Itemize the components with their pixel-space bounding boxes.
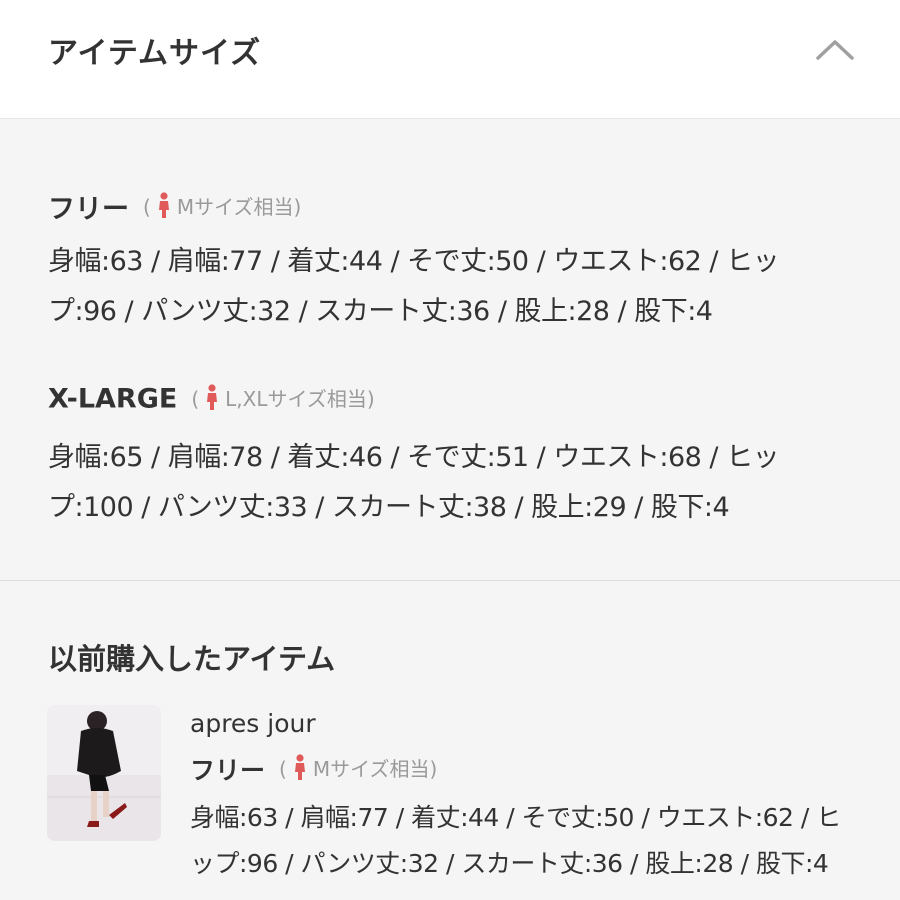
size-name: X-LARGE bbox=[48, 383, 178, 415]
person-icon bbox=[205, 384, 219, 415]
size-equivalent: (L,XLサイズ相当) bbox=[191, 384, 375, 411]
size-measurements: 身幅:63 / 肩幅:77 / 着丈:44 / そで丈:50 / ウエスト:62… bbox=[48, 246, 780, 327]
product-brand[interactable]: apres jour bbox=[190, 709, 316, 738]
product-thumbnail[interactable] bbox=[47, 705, 161, 841]
chevron-up-icon[interactable] bbox=[812, 34, 858, 66]
section-divider bbox=[0, 580, 900, 581]
previous-items-title: 以前購入したアイテム bbox=[48, 642, 336, 676]
size-header: X-LARGE (L,XLサイズ相当) bbox=[48, 383, 375, 423]
size-equivalent: (Mサイズ相当) bbox=[143, 191, 301, 219]
previous-size-measurements: 身幅:63 / 肩幅:77 / 着丈:44 / そで丈:50 / ウエスト:62… bbox=[190, 803, 841, 878]
size-name: フリー bbox=[190, 756, 266, 785]
size-equivalent: (Mサイズ相当) bbox=[279, 754, 437, 781]
item-size-header: アイテムサイズ bbox=[0, 0, 900, 119]
person-icon bbox=[293, 754, 307, 785]
person-icon bbox=[157, 191, 171, 223]
size-header: フリー (Mサイズ相当) bbox=[48, 187, 301, 227]
size-measurements: 身幅:65 / 肩幅:78 / 着丈:46 / そで丈:51 / ウエスト:68… bbox=[48, 442, 780, 523]
size-name: フリー bbox=[48, 194, 129, 225]
previous-size-header: フリー (Mサイズ相当) bbox=[190, 751, 437, 787]
size-section: フリー (Mサイズ相当) 身幅:63 / 肩幅:77 / 着丈:44 / そで丈:… bbox=[0, 119, 900, 900]
page-title: アイテムサイズ bbox=[48, 36, 262, 71]
